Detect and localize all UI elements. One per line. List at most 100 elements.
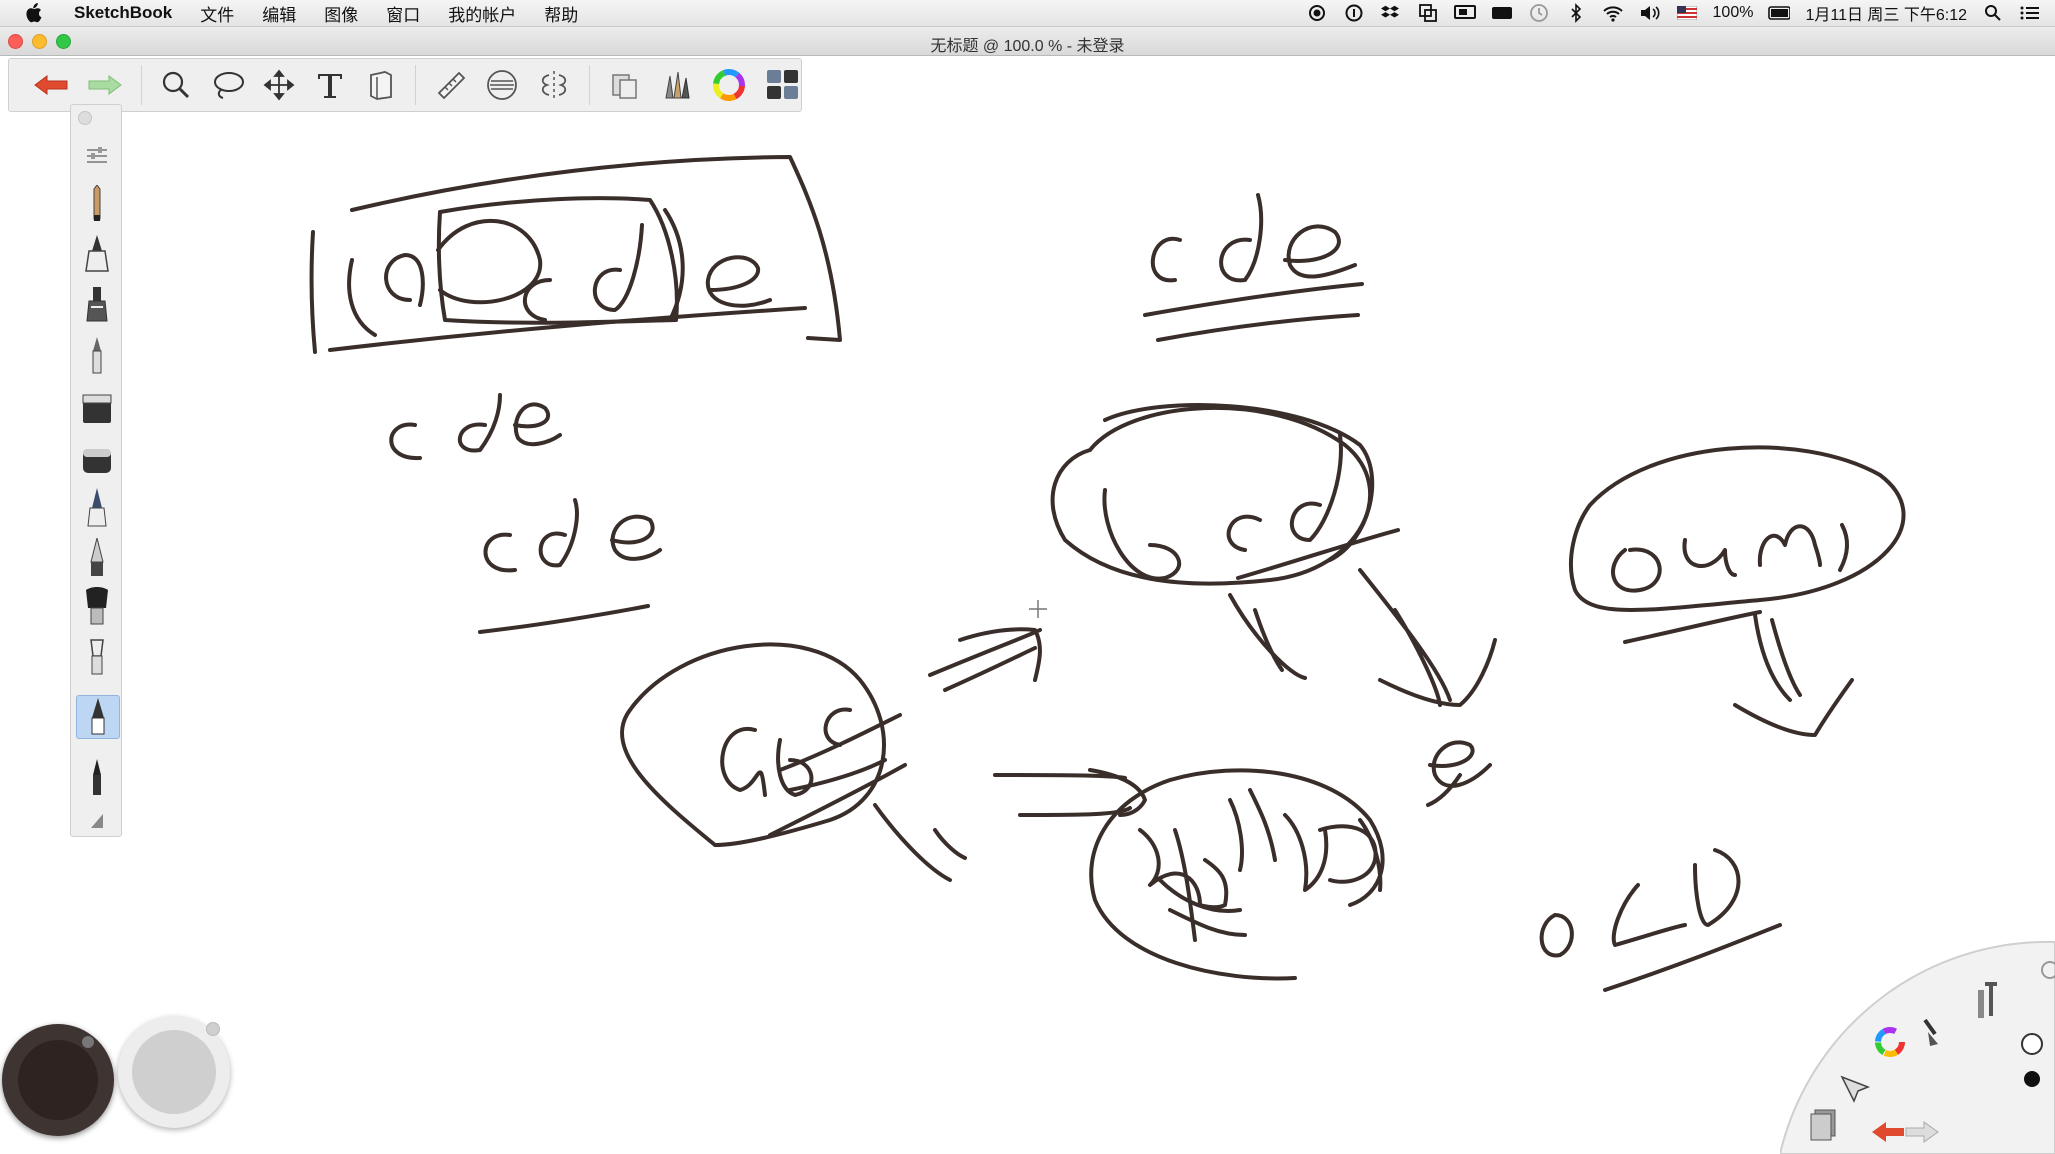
undo-icon[interactable] <box>33 67 69 103</box>
puck-indicator-icon <box>206 1022 220 1036</box>
symmetry-icon[interactable] <box>537 67 571 103</box>
menu-help[interactable]: 帮助 <box>530 1 592 26</box>
stroke-box-bottom <box>328 306 807 352</box>
stroke-below-abc-2 <box>933 828 967 860</box>
stroke-arrow-bcd-left <box>1228 593 1307 680</box>
crosshair-cursor-icon <box>1029 600 1047 618</box>
stroke-cde-top-e <box>1283 224 1357 279</box>
stroke-cde-left1-c <box>389 422 422 461</box>
menu-image[interactable]: 图像 <box>310 1 372 26</box>
stroke-underline-top-1 <box>1143 282 1364 317</box>
apple-icon[interactable] <box>20 3 46 23</box>
copy-app-icon[interactable] <box>1417 3 1439 23</box>
stroke-arrow-abc-up <box>928 627 1042 692</box>
stroke-cde-top-d <box>1219 193 1264 283</box>
stroke-e-right <box>705 255 772 308</box>
bluetooth-icon[interactable] <box>1565 3 1587 23</box>
copy-paste-icon[interactable] <box>608 67 641 103</box>
menu-file[interactable]: 文件 <box>186 1 248 26</box>
stroke-loose-e <box>1426 740 1492 807</box>
pencil-brush-icon[interactable] <box>76 183 118 225</box>
stroke-bcd-underline <box>1236 528 1400 580</box>
stroke-abc-a <box>720 726 767 797</box>
drawing-canvas[interactable] <box>0 56 2055 1154</box>
menu-account[interactable]: 我的帐户 <box>434 1 530 26</box>
palette-close-icon[interactable] <box>78 111 92 125</box>
battery-icon[interactable] <box>1768 3 1791 23</box>
stroke-arrow-bcd-right <box>1358 568 1497 707</box>
stroke-underline-top-2 <box>1156 313 1360 342</box>
secondary-color-puck[interactable] <box>118 1016 230 1128</box>
info-icon[interactable] <box>1343 3 1365 23</box>
flat-eraser-brush-icon[interactable] <box>76 387 118 429</box>
stroke-bottom-scribble-3 <box>1318 818 1383 892</box>
airbrush-brush-icon[interactable] <box>76 487 118 529</box>
felt-pen-brush-icon[interactable] <box>76 757 118 799</box>
paintbrush-brush-icon[interactable] <box>76 537 118 579</box>
keyboard-icon[interactable] <box>1491 3 1513 23</box>
battery-percent: 100% <box>1712 4 1754 21</box>
stroke-inner-bracket <box>347 258 377 337</box>
lagoon-menu <box>1780 940 2055 1154</box>
notification-center-icon[interactable] <box>2019 3 2041 23</box>
ruler-icon[interactable] <box>434 67 467 103</box>
flag-icon[interactable] <box>1676 3 1698 23</box>
ballpoint-brush-icon[interactable] <box>76 335 118 377</box>
blender-brush-icon[interactable] <box>76 635 118 677</box>
lasso-icon[interactable] <box>211 67 245 103</box>
stroke-inner-rect <box>436 196 679 325</box>
redo-icon[interactable] <box>87 67 123 103</box>
stroke-circle-bottom <box>1089 768 1385 981</box>
chisel-pen-brush-icon[interactable] <box>76 695 120 739</box>
stroke-bcd-d <box>1290 433 1343 542</box>
soft-eraser-brush-icon[interactable] <box>76 439 118 481</box>
inking-pen-brush-icon[interactable] <box>76 233 118 275</box>
stroke-old-d <box>1693 848 1741 927</box>
color-wheel-icon[interactable] <box>711 67 747 103</box>
text-icon[interactable] <box>314 67 347 103</box>
spotlight-icon[interactable] <box>1982 3 2004 23</box>
stroke-bottom-scribble-1 <box>1138 828 1229 942</box>
layer-icon[interactable] <box>365 67 398 103</box>
stroke-abc-line3 <box>768 763 907 837</box>
stroke-oumi-o <box>1611 547 1662 593</box>
window-title: 无标题 @ 100.0 % - 未登录 <box>930 38 1125 55</box>
stroke-cde-top-c <box>1150 236 1182 283</box>
ellipse-guide-icon[interactable] <box>485 67 519 103</box>
clock[interactable]: 1月11日 周三 下午6:12 <box>1805 1 1967 25</box>
palette-icon[interactable] <box>765 67 801 103</box>
menu-app-name[interactable]: SketchBook <box>60 3 186 23</box>
status-area: 100% 1月11日 周三 下午6:12 <box>1306 0 2041 26</box>
brush-settings-icon[interactable] <box>76 135 118 177</box>
primary-color-puck[interactable] <box>2 1024 114 1136</box>
stroke-oumi-u <box>1682 538 1737 577</box>
stroke-letter-d <box>592 223 644 312</box>
wifi-icon[interactable] <box>1602 3 1624 23</box>
stroke-oumi-i <box>1838 523 1849 572</box>
menu-window[interactable]: 窗口 <box>372 1 434 26</box>
time-machine-icon[interactable] <box>1528 3 1550 23</box>
menu-edit[interactable]: 编辑 <box>248 1 310 26</box>
brushes-icon[interactable] <box>659 67 693 103</box>
marker-brush-icon[interactable] <box>76 283 118 325</box>
primary-color-swatch <box>18 1040 98 1120</box>
wedge-brush-icon[interactable] <box>76 799 118 841</box>
stroke-cde-left2-e <box>610 514 662 561</box>
dropbox-icon[interactable] <box>1380 3 1402 23</box>
smudge-brush-icon[interactable] <box>76 585 118 627</box>
lagoon-layers-icon[interactable] <box>1810 1109 1836 1141</box>
stroke-underline-left2 <box>478 604 650 634</box>
stroke-circle-bcd-2 <box>1103 403 1375 562</box>
stroke-bottom-scribble-4 <box>1158 878 1247 937</box>
move-icon[interactable] <box>263 67 296 103</box>
stroke-old-o <box>1539 913 1574 958</box>
stroke-bcd-c <box>1226 514 1262 552</box>
stroke-old-underline <box>1603 923 1782 992</box>
volume-icon[interactable] <box>1639 3 1661 23</box>
stroke-below-abc-1 <box>873 803 952 882</box>
display-icon[interactable] <box>1453 3 1476 23</box>
stroke-box-left <box>309 230 317 354</box>
record-icon[interactable] <box>1306 3 1328 23</box>
stroke-circle-abc <box>620 642 886 847</box>
zoom-icon[interactable] <box>160 67 193 103</box>
